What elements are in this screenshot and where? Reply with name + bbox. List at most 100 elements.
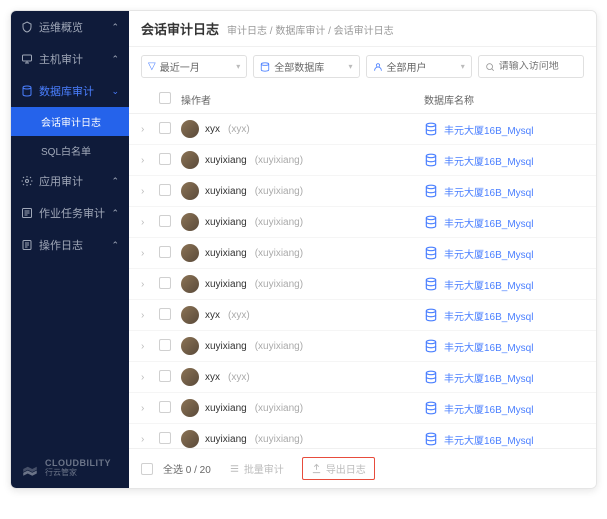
nav-icon xyxy=(21,207,33,219)
header-checkbox[interactable] xyxy=(159,92,171,104)
expand-icon[interactable]: › xyxy=(141,279,144,290)
nav-item-1[interactable]: 主机审计 ⌃ xyxy=(11,43,129,75)
user-login: (xuyixiang) xyxy=(255,248,303,259)
export-label: 导出日志 xyxy=(326,461,366,476)
db-filter-label: 全部数据库 xyxy=(274,59,324,74)
time-filter[interactable]: ▽ 最近一月 ▾ xyxy=(141,55,247,78)
expand-icon[interactable]: › xyxy=(141,310,144,321)
database-icon xyxy=(424,339,438,353)
nav-sub-item-1[interactable]: SQL白名单 xyxy=(11,136,129,165)
expand-icon[interactable]: › xyxy=(141,372,144,383)
db-name: 丰元大厦16B_Mysql xyxy=(444,401,533,416)
nav-label: 应用审计 xyxy=(39,173,83,189)
user-name: xuyixiang xyxy=(205,279,247,290)
nav-item-5[interactable]: 操作日志⌃ xyxy=(11,229,129,261)
nav-item-4[interactable]: 作业任务审计⌃ xyxy=(11,197,129,229)
database-icon xyxy=(424,246,438,260)
expand-icon[interactable]: › xyxy=(141,124,144,135)
database-icon xyxy=(260,62,270,72)
user-name: xuyixiang xyxy=(205,341,247,352)
export-icon xyxy=(311,463,322,474)
row-checkbox[interactable] xyxy=(159,339,171,351)
brand-name: CLOUDBILITY xyxy=(45,458,111,468)
table-row: ›xuyixiang(xuyixiang)丰元大厦16B_Mysql xyxy=(129,238,596,269)
user-login: (xyx) xyxy=(228,310,250,321)
nav-label: 运维概览 xyxy=(39,19,83,35)
search-input[interactable] xyxy=(499,61,577,72)
search-input-wrap[interactable] xyxy=(478,55,584,78)
user-name: xyx xyxy=(205,372,220,383)
batch-audit-button[interactable]: 批量审计 xyxy=(221,458,292,479)
db-filter[interactable]: 全部数据库 ▾ xyxy=(253,55,359,78)
export-log-button[interactable]: 导出日志 xyxy=(302,457,375,480)
avatar xyxy=(181,213,199,231)
row-checkbox[interactable] xyxy=(159,215,171,227)
nav-item-0[interactable]: 运维概览⌃ xyxy=(11,11,129,43)
col-dbname: 数据库名称 xyxy=(424,92,584,107)
database-icon xyxy=(424,184,438,198)
user-name: xuyixiang xyxy=(205,403,247,414)
nav-icon xyxy=(21,85,33,97)
db-name: 丰元大厦16B_Mysql xyxy=(444,184,533,199)
db-name: 丰元大厦16B_Mysql xyxy=(444,339,533,354)
table-row: › xuyixiang (xuyixiang) 丰元大厦16B_Mysql xyxy=(129,424,596,448)
user-icon xyxy=(373,62,383,72)
time-filter-label: 最近一月 xyxy=(160,59,200,74)
col-operator: 操作者 xyxy=(181,92,424,107)
expand-icon[interactable]: › xyxy=(141,186,144,197)
expand-icon[interactable]: › xyxy=(141,403,144,414)
user-name: xuyixiang xyxy=(205,155,247,166)
nav-item-3[interactable]: 应用审计⌃ xyxy=(11,165,129,197)
db-name: 丰元大厦16B_Mysql xyxy=(444,308,533,323)
user-filter[interactable]: 全部用户 ▾ xyxy=(366,55,472,78)
expand-icon[interactable]: › xyxy=(141,155,144,166)
table-row: ›xuyixiang(xuyixiang)丰元大厦16B_Mysql xyxy=(129,269,596,300)
avatar xyxy=(181,430,199,448)
avatar xyxy=(181,399,199,417)
user-login: (xuyixiang) xyxy=(255,434,303,445)
nav-icon xyxy=(21,239,33,251)
nav-label: 主机审计 xyxy=(39,51,83,67)
user-name: xuyixiang xyxy=(205,434,247,445)
expand-icon[interactable]: › xyxy=(141,217,144,228)
avatar xyxy=(181,306,199,324)
row-checkbox[interactable] xyxy=(159,370,171,382)
select-all-checkbox[interactable] xyxy=(141,463,153,475)
db-name: 丰元大厦16B_Mysql xyxy=(444,370,533,385)
database-icon xyxy=(424,401,438,415)
chevron-down-icon: ▾ xyxy=(461,62,465,71)
row-checkbox[interactable] xyxy=(159,277,171,289)
db-name: 丰元大厦16B_Mysql xyxy=(444,432,533,447)
avatar xyxy=(181,275,199,293)
user-login: (xuyixiang) xyxy=(255,217,303,228)
user-login: (xuyixiang) xyxy=(255,341,303,352)
row-checkbox[interactable] xyxy=(159,308,171,320)
db-name: 丰元大厦16B_Mysql xyxy=(444,215,533,230)
user-name: xyx xyxy=(205,310,220,321)
user-name: xuyixiang xyxy=(205,186,247,197)
table-row: ›xyx(xyx)丰元大厦16B_Mysql xyxy=(129,362,596,393)
table-row: › xuyixiang (xuyixiang) 丰元大厦16B_Mysql xyxy=(129,176,596,207)
nav-item-2[interactable]: 数据库审计⌄ xyxy=(11,75,129,107)
expand-icon[interactable]: › xyxy=(141,248,144,259)
chevron-icon: ⌃ xyxy=(111,240,119,251)
row-checkbox[interactable] xyxy=(159,122,171,134)
user-login: (xuyixiang) xyxy=(255,186,303,197)
row-checkbox[interactable] xyxy=(159,246,171,258)
brand-logo: CLOUDBILITY行云管家 xyxy=(11,449,129,488)
chevron-icon: ⌃ xyxy=(111,208,119,219)
row-checkbox[interactable] xyxy=(159,153,171,165)
row-checkbox[interactable] xyxy=(159,432,171,444)
nav-sub-item-0[interactable]: 会话审计日志 xyxy=(11,107,129,136)
expand-icon[interactable]: › xyxy=(141,434,144,445)
row-checkbox[interactable] xyxy=(159,401,171,413)
database-icon xyxy=(424,308,438,322)
nav-icon xyxy=(21,21,33,33)
expand-icon[interactable]: › xyxy=(141,341,144,352)
table-row: ›xyx(xyx)丰元大厦16B_Mysql xyxy=(129,114,596,145)
table-row: › xyx (xyx) 丰元大厦16B_Mysql xyxy=(129,300,596,331)
table-row: ›xuyixiang(xuyixiang)丰元大厦16B_Mysql xyxy=(129,207,596,238)
row-checkbox[interactable] xyxy=(159,184,171,196)
chevron-icon: ⌃ xyxy=(111,54,119,65)
database-icon xyxy=(424,215,438,229)
